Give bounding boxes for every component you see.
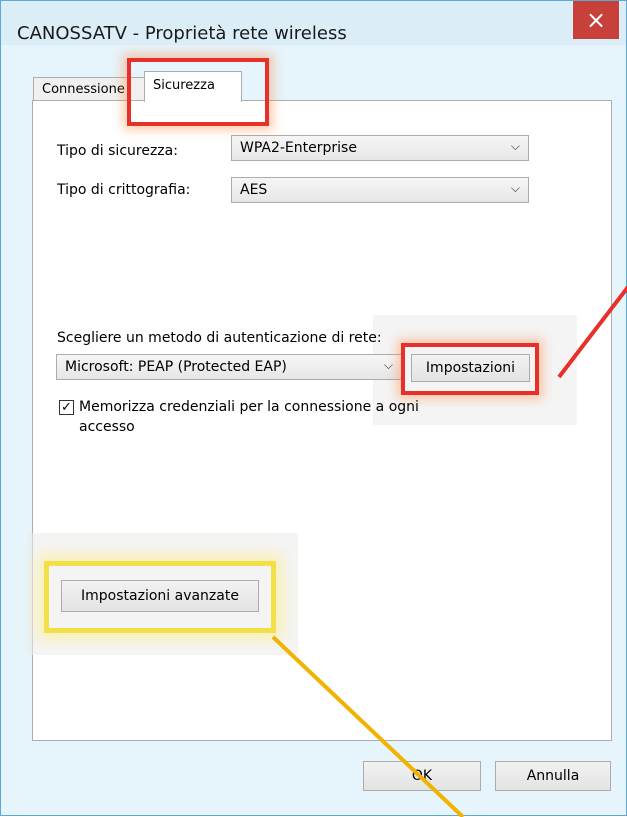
annotation-arrows (271, 285, 627, 817)
tab-sicurezza[interactable]: Sicurezza (144, 71, 242, 102)
tab-sicurezza-label: Sicurezza (153, 78, 215, 93)
properties-window: CANOSSATV - Proprietà rete wireless × Co… (0, 0, 627, 817)
red-arrow-line (557, 285, 627, 379)
orange-arrow-line (271, 635, 465, 817)
